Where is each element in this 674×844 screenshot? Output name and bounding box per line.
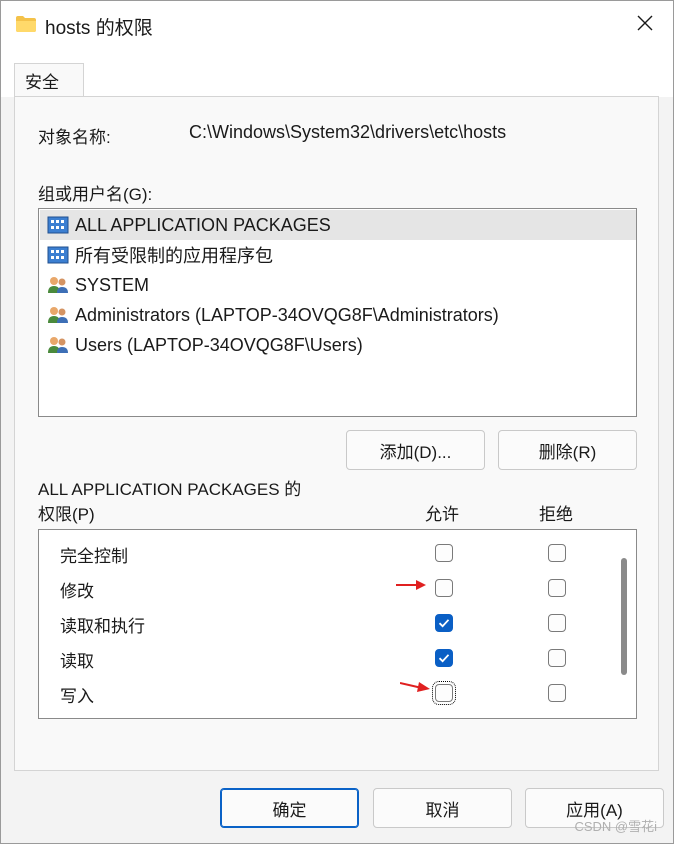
remove-button[interactable]: 删除(R): [498, 430, 637, 470]
users-icon: [47, 305, 69, 325]
permission-name: 读取和执行: [60, 617, 145, 636]
deny-column-header: 拒绝: [539, 505, 573, 524]
permission-row: 读取和执行: [39, 608, 619, 640]
object-name-value: C:\Windows\System32\drivers\etc\hosts: [189, 122, 507, 142]
checkmark-icon: [438, 619, 450, 628]
permission-row: 读取: [39, 643, 619, 675]
list-item[interactable]: SYSTEM: [40, 270, 636, 300]
groups-label: 组或用户名(G):: [38, 185, 153, 204]
permission-name: 完全控制: [60, 547, 128, 566]
allow-checkbox[interactable]: [432, 681, 456, 705]
list-item-label: Users (LAPTOP-34OVQG8F\Users): [75, 334, 363, 355]
object-name-label: 对象名称:: [38, 128, 111, 147]
permission-row-partial: [39, 713, 619, 718]
allow-checkbox[interactable]: [435, 649, 453, 667]
add-button[interactable]: 添加(D)...: [346, 430, 485, 470]
permission-row: 修改: [39, 573, 619, 605]
permission-name: 读取: [60, 652, 94, 671]
allow-checkbox[interactable]: [435, 579, 453, 597]
allow-column-header: 允许: [425, 505, 459, 524]
permission-name: 写入: [60, 687, 94, 706]
close-button[interactable]: [627, 7, 663, 43]
list-item[interactable]: Users (LAPTOP-34OVQG8F\Users): [40, 330, 636, 360]
list-item-label: SYSTEM: [75, 274, 150, 295]
folder-icon: [15, 15, 37, 33]
annotation-arrow-icon: [400, 682, 430, 692]
permissions-dialog: hosts 的权限 安全 对象名称: C:\Windows\System32\d…: [0, 0, 674, 844]
permission-row: 写入: [39, 678, 619, 710]
tab-strip: 安全: [1, 49, 673, 97]
window-title: hosts 的权限: [45, 18, 153, 39]
list-item-label: Administrators (LAPTOP-34OVQG8F\Administ…: [75, 304, 499, 325]
ok-button[interactable]: 确定: [220, 788, 359, 828]
deny-checkbox[interactable]: [548, 649, 566, 667]
checkmark-icon: [438, 654, 450, 663]
list-item-label: ALL APPLICATION PACKAGES: [75, 214, 331, 235]
annotation-arrow-icon: [396, 580, 426, 590]
permissions-title: ALL APPLICATION PACKAGES 的: [38, 480, 302, 499]
allow-checkbox[interactable]: [435, 544, 453, 562]
deny-checkbox[interactable]: [548, 579, 566, 597]
package-group-icon: [47, 245, 69, 265]
watermark: CSDN @雪花i: [574, 819, 657, 834]
permissions-list: 完全控制 修改 读取和执行 读取 写入: [38, 529, 637, 719]
close-icon: [637, 15, 653, 36]
title-bar: hosts 的权限: [1, 1, 673, 49]
permissions-label: 权限(P): [38, 505, 95, 524]
scrollbar-thumb[interactable]: [621, 558, 627, 675]
deny-checkbox[interactable]: [548, 684, 566, 702]
allow-checkbox[interactable]: [435, 614, 453, 632]
list-item[interactable]: 所有受限制的应用程序包: [40, 240, 636, 270]
permission-row: 完全控制: [39, 538, 619, 570]
list-item-label: 所有受限制的应用程序包: [75, 246, 273, 266]
package-group-icon: [47, 215, 69, 235]
deny-checkbox[interactable]: [548, 614, 566, 632]
users-icon: [47, 335, 69, 355]
list-item[interactable]: ALL APPLICATION PACKAGES: [40, 210, 636, 240]
users-icon: [47, 275, 69, 295]
tab-security[interactable]: 安全: [14, 63, 84, 97]
list-item[interactable]: Administrators (LAPTOP-34OVQG8F\Administ…: [40, 300, 636, 330]
permission-name: 修改: [60, 582, 94, 601]
cancel-button[interactable]: 取消: [373, 788, 512, 828]
groups-listbox[interactable]: ALL APPLICATION PACKAGES 所有受限制的应用程序包 SYS…: [38, 208, 637, 417]
deny-checkbox[interactable]: [548, 544, 566, 562]
